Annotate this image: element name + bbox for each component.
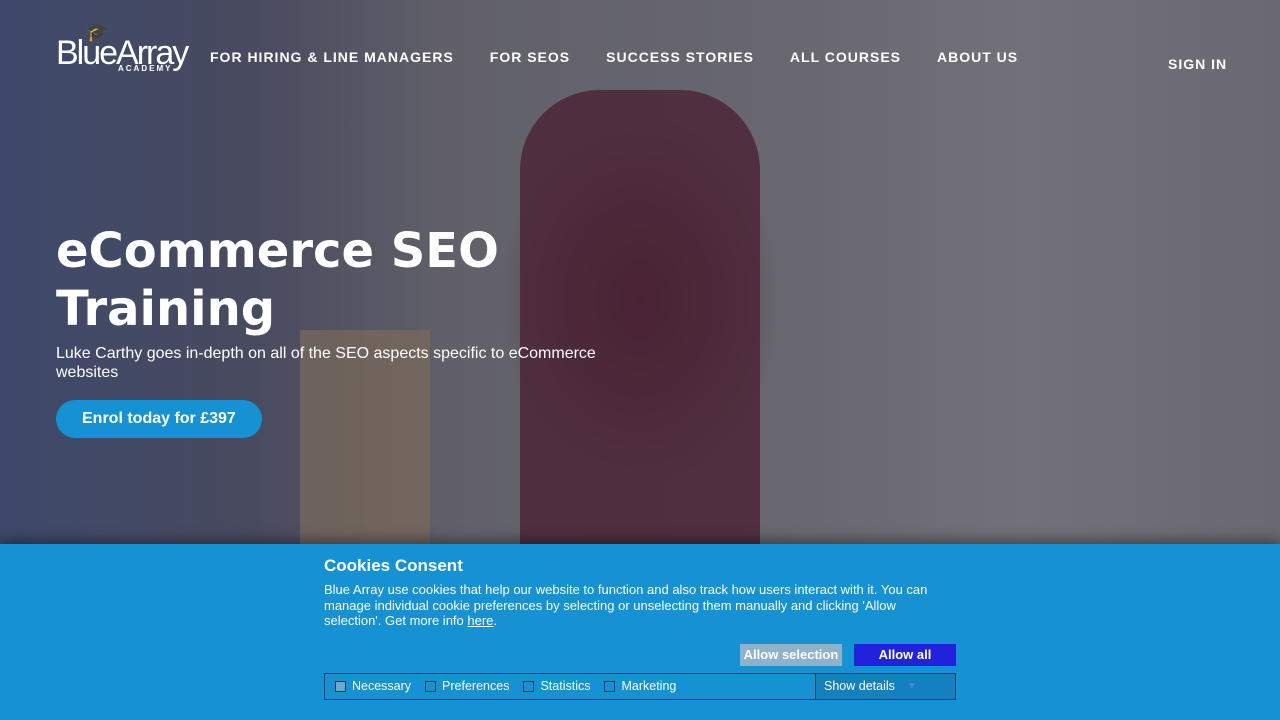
option-label: Statistics — [540, 679, 591, 693]
enrol-button[interactable]: Enrol today for £397 — [56, 400, 262, 438]
nav-all-courses[interactable]: ALL COURSES — [790, 49, 901, 65]
cookie-info-link[interactable]: here — [467, 613, 493, 628]
show-details-button[interactable]: Show details ▼ — [815, 673, 955, 699]
nav-success-stories[interactable]: SUCCESS STORIES — [606, 49, 754, 65]
page-title: eCommerce SEO Training — [56, 223, 499, 337]
nav-about-us[interactable]: ABOUT US — [937, 49, 1018, 65]
cookie-option-preferences[interactable]: Preferences — [425, 679, 509, 693]
cookie-banner: Cookies Consent Blue Array use cookies t… — [0, 544, 1280, 720]
nav-hiring-managers[interactable]: FOR HIRING & LINE MANAGERS — [210, 49, 454, 65]
option-label: Necessary — [352, 679, 412, 693]
option-label: Preferences — [442, 679, 510, 693]
cookie-options: Necessary Preferences Statistics Marketi… — [324, 672, 956, 700]
sign-in-link[interactable]: SIGN IN — [1168, 56, 1227, 72]
checkbox[interactable] — [523, 680, 535, 692]
allow-selection-button[interactable]: Allow selection — [740, 643, 842, 666]
nav-for-seos[interactable]: FOR SEOS — [490, 49, 570, 65]
cookie-option-statistics[interactable]: Statistics — [523, 679, 590, 693]
option-label: Marketing — [621, 679, 677, 693]
top-nav: 🎓 BlueArray ACADEMY FOR HIRING & LINE MA… — [0, 0, 1280, 110]
cookie-option-necessary[interactable]: Necessary — [335, 679, 411, 693]
cookie-option-marketing[interactable]: Marketing — [604, 679, 676, 693]
cookie-text: Blue Array use cookies that help our web… — [324, 582, 928, 628]
hero-subtitle: Luke Carthy goes in-depth on all of the … — [56, 345, 596, 381]
cookie-title: Cookies Consent — [324, 556, 463, 575]
show-details-label: Show details — [824, 679, 895, 693]
chevron-down-icon: ▼ — [906, 680, 917, 692]
allow-all-button[interactable]: Allow all — [854, 643, 956, 666]
checkbox[interactable] — [335, 680, 346, 692]
checkbox[interactable] — [604, 680, 616, 692]
logo-subtext: ACADEMY — [118, 64, 173, 73]
checkbox[interactable] — [425, 680, 437, 692]
